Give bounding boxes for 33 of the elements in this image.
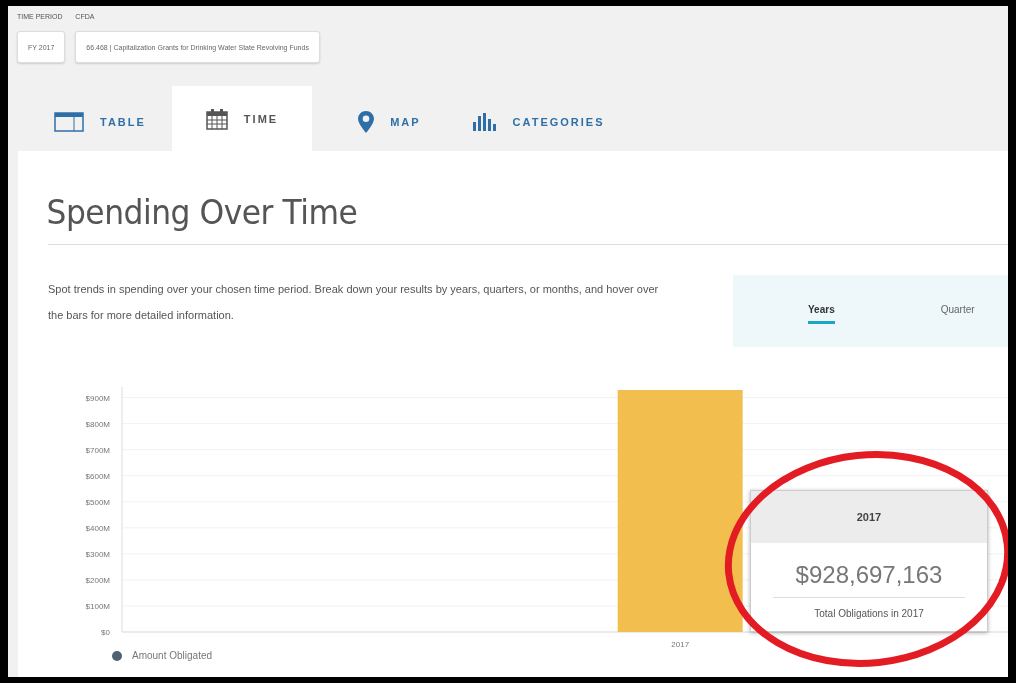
view-tab[interactable]: TIME xyxy=(171,86,313,151)
view-tab[interactable]: MAP xyxy=(312,92,447,151)
table-icon xyxy=(54,111,84,132)
section-title: Spending Over Time xyxy=(45,192,359,232)
y-axis-label: $100M xyxy=(85,601,110,611)
y-axis-label: $300M xyxy=(85,549,110,559)
section-description: Spot trends in spending over your chosen time period. Break down your results by years, quarters, or months, and hover over the bars for more detailed information. xyxy=(48,282,660,323)
period-option[interactable]: Years xyxy=(808,304,835,324)
legend-label: Amount Obligated xyxy=(132,650,213,661)
map-pin-icon xyxy=(358,110,375,133)
tooltip-title: 2017 xyxy=(751,491,987,543)
view-tab[interactable]: CATEGORIES xyxy=(446,92,631,151)
chart-bar[interactable] xyxy=(617,390,743,632)
tooltip-value: $928,697,163 xyxy=(773,543,965,598)
view-tab[interactable]: TABLE xyxy=(28,92,172,151)
bar-chart-icon xyxy=(472,112,497,131)
calendar-icon xyxy=(205,107,228,130)
tab-label: TIME xyxy=(243,112,279,125)
y-axis-label: $200M xyxy=(85,575,110,585)
tab-label: CATEGORIES xyxy=(512,115,605,128)
y-axis-label: $400M xyxy=(85,523,110,533)
y-axis-label: $500M xyxy=(85,497,110,507)
legend-dot-icon xyxy=(112,650,122,661)
period-option[interactable]: Quarter xyxy=(940,304,975,324)
y-axis-label: $0 xyxy=(101,628,110,637)
tooltip-caption: Total Obligations in 2017 xyxy=(813,607,925,621)
y-axis-label: $600M xyxy=(85,471,110,481)
y-axis-label: $800M xyxy=(85,419,110,429)
x-axis-label: 2017 xyxy=(671,640,690,649)
tab-label: MAP xyxy=(390,115,421,128)
tab-label: TABLE xyxy=(100,115,146,128)
y-axis-label: $700M xyxy=(85,445,110,455)
y-axis-label: $900M xyxy=(85,393,110,403)
